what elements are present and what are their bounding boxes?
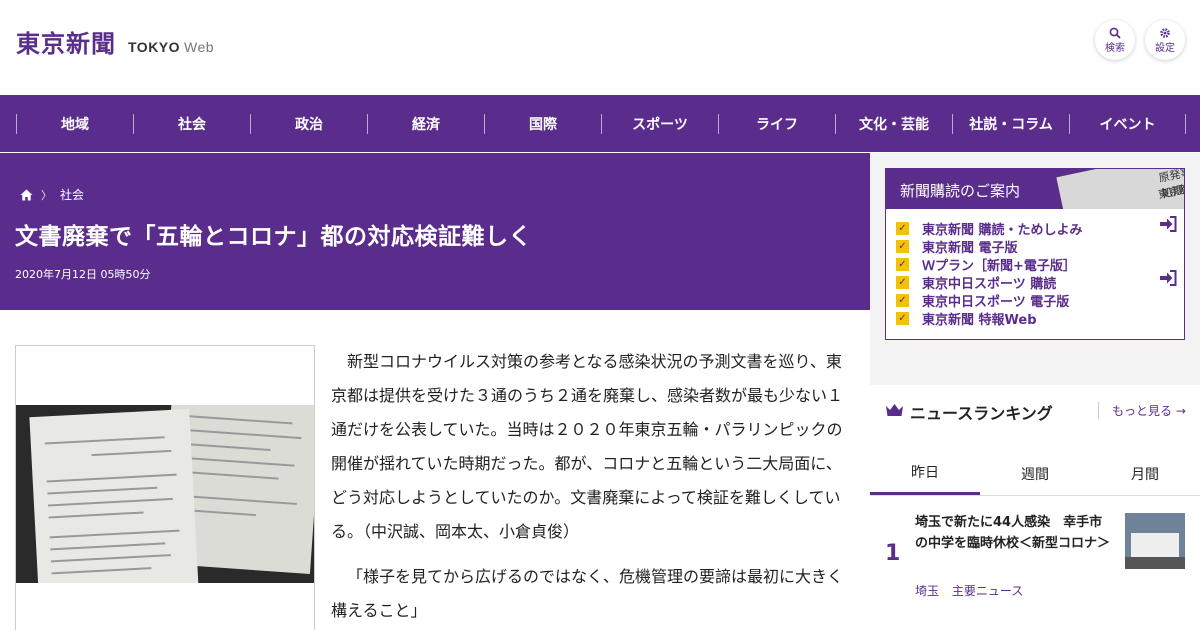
subscription-header: 原発事故処理 東京新聞 新聞購読のご案内 [886, 169, 1184, 209]
settings-label: 設定 [1155, 42, 1175, 54]
subscription-link-tokyo-shimbun[interactable]: ✓ 東京新聞 購読・ためしよみ [896, 219, 1176, 238]
article-title: 文書廃棄で「五輪とコロナ」都の対応検証難しく [15, 224, 532, 250]
check-icon: ✓ [896, 311, 909, 325]
nav-item-culture[interactable]: 文化・芸能 [835, 113, 952, 134]
ranking-tabs: 昨日 週間 月間 [870, 452, 1200, 496]
sidebar: 原発事故処理 東京新聞 新聞購読のご案内 ✓ 東京新聞 購読・ためしよみ ✓ 東… [870, 153, 1200, 630]
news-ranking: ニュースランキング もっと見る → 昨日 週間 月間 1 埼玉で新たに44人感染… [870, 385, 1200, 630]
tag-link[interactable]: 主要ニュース [952, 584, 1023, 598]
subscription-link-digital[interactable]: ✓ 東京新聞 電子版 [896, 237, 1176, 256]
subscription-link-w-plan[interactable]: ✓ Ｗプラン［新聞+電子版］ [896, 255, 1176, 274]
nav-item-life[interactable]: ライフ [718, 113, 835, 134]
nav-item-events[interactable]: イベント [1069, 113, 1186, 134]
nav-item-editorial[interactable]: 社説・コラム [952, 113, 1069, 134]
chevron-right-icon: 〉 [41, 188, 52, 202]
gear-icon [1159, 27, 1171, 41]
nav-item-international[interactable]: 国際 [484, 113, 601, 134]
logo-japanese: 東京新聞 [16, 29, 116, 58]
subscription-link-chunichi-sports-digital[interactable]: ✓ 東京中日スポーツ 電子版 [896, 291, 1176, 310]
article-paragraph: 新型コロナウイルス対策の参考となる感染状況の予測文書を巡り、東京都は提供を受けた… [331, 352, 844, 541]
home-icon[interactable] [20, 189, 33, 201]
search-button[interactable]: 検索 [1095, 20, 1135, 60]
ranking-item: 1 埼玉で新たに44人感染 幸手市の中学を臨時休校＜新型コロナ＞ 埼玉 主要ニュ… [870, 496, 1200, 616]
article-photo[interactable] [15, 345, 315, 630]
check-icon: ✓ [896, 275, 909, 289]
site-logo[interactable]: 東京新聞 TOKYO Web [16, 24, 214, 59]
login-icon[interactable] [1159, 216, 1177, 237]
subscription-title: 新聞購読のご案内 [900, 182, 1021, 200]
tab-monthly[interactable]: 月間 [1090, 452, 1200, 495]
ranking-more-link[interactable]: もっと見る → [1098, 402, 1186, 419]
check-icon: ✓ [896, 257, 909, 271]
tab-yesterday[interactable]: 昨日 [870, 452, 980, 495]
login-icon[interactable] [1159, 270, 1177, 291]
check-icon: ✓ [896, 221, 909, 235]
settings-button[interactable]: 設定 [1145, 20, 1185, 60]
breadcrumb-section[interactable]: 社会 [60, 186, 84, 203]
subscription-list: ✓ 東京新聞 購読・ためしよみ ✓ 東京新聞 電子版 ✓ Ｗプラン［新聞+電子版… [896, 216, 1177, 328]
check-icon: ✓ [896, 293, 909, 307]
article-paragraph: 「様子を見てから広げるのではなく、危機管理の要諦は最初に大きく構えること」 [331, 567, 844, 620]
nav-item-region[interactable]: 地域 [16, 113, 133, 134]
logo-english: TOKYO Web [128, 39, 215, 55]
documents-photo [16, 405, 314, 583]
article-date: 2020年7月12日 05時50分 [15, 268, 151, 281]
arrow-right-icon: → [1175, 404, 1186, 418]
nav-item-economy[interactable]: 経済 [367, 113, 484, 134]
article-header: 〉 社会 文書廃棄で「五輪とコロナ」都の対応検証難しく 2020年7月12日 0… [0, 153, 870, 310]
tag-link[interactable]: 埼玉 [915, 584, 939, 598]
site-header: 東京新聞 TOKYO Web 検索 設定 [0, 0, 1200, 95]
article-body: 新型コロナウイルス対策の参考となる感染状況の予測文書を巡り、東京都は提供を受けた… [331, 345, 849, 630]
search-icon [1109, 27, 1121, 41]
main-nav: 地域 社会 政治 経済 国際 スポーツ ライフ 文化・芸能 社説・コラム イベン… [0, 95, 1200, 152]
nav-item-politics[interactable]: 政治 [250, 113, 367, 134]
ranking-thumbnail[interactable] [1125, 513, 1185, 569]
subscription-link-chunichi-sports[interactable]: ✓ 東京中日スポーツ 購読 [896, 273, 1176, 292]
newspaper-image: 原発事故処理 東京新聞 [1056, 169, 1184, 209]
tab-weekly[interactable]: 週間 [980, 452, 1090, 495]
breadcrumb: 〉 社会 [20, 186, 84, 203]
rank-number: 1 [885, 541, 901, 566]
search-label: 検索 [1105, 42, 1125, 54]
check-icon: ✓ [896, 239, 909, 253]
crown-icon [885, 402, 904, 422]
ranking-article-link[interactable]: 埼玉で新たに44人感染 幸手市の中学を臨時休校＜新型コロナ＞ [915, 512, 1113, 554]
subscription-link-tokuho-web[interactable]: ✓ 東京新聞 特報Web [896, 309, 1176, 328]
nav-item-society[interactable]: 社会 [133, 113, 250, 134]
subscription-box: 原発事故処理 東京新聞 新聞購読のご案内 ✓ 東京新聞 購読・ためしよみ ✓ 東… [885, 168, 1185, 340]
ranking-tags: 埼玉 主要ニュース [915, 582, 1032, 599]
nav-item-sports[interactable]: スポーツ [601, 113, 718, 134]
ranking-title: ニュースランキング [885, 400, 1053, 424]
